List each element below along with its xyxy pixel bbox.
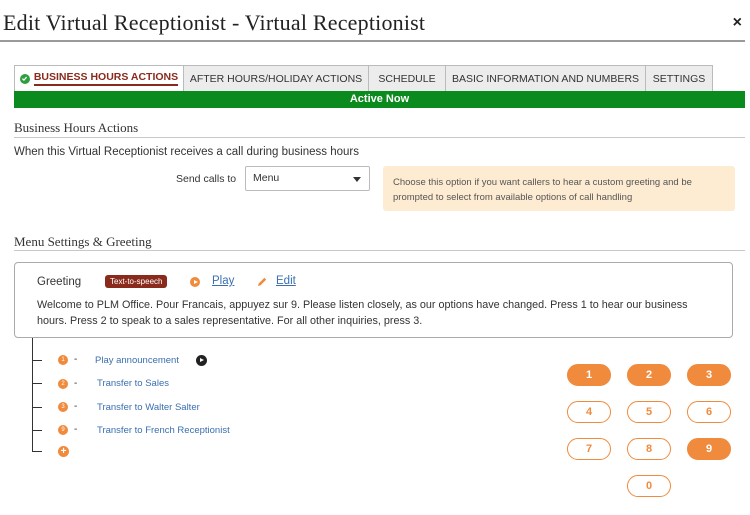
menu-tree-branch — [32, 451, 42, 452]
send-calls-value: Menu — [253, 172, 280, 184]
caret-down-icon — [353, 177, 361, 182]
edit-greeting-link[interactable]: Edit — [276, 275, 296, 287]
tab-after-hours-holiday-actions[interactable]: AFTER HOURS/HOLIDAY ACTIONS — [183, 65, 369, 91]
dialog-title: Edit Virtual Receptionist - Virtual Rece… — [3, 10, 426, 35]
menu-option-link[interactable]: Play announcement — [95, 355, 179, 366]
menu-option-link[interactable]: Transfer to Walter Salter — [97, 402, 200, 413]
business-hours-intro: When this Virtual Receptionist receives … — [14, 146, 359, 158]
menu-dash: - — [74, 424, 78, 435]
send-calls-select[interactable]: Menu — [245, 166, 370, 191]
menu-tree-branch — [32, 383, 42, 384]
keypad-key-6[interactable]: 6 — [687, 401, 731, 423]
menu-key-badge: 3 — [58, 402, 68, 412]
menu-tree-line — [32, 338, 33, 452]
section-divider — [14, 250, 745, 251]
menu-settings-heading: Menu Settings & Greeting — [14, 234, 152, 249]
tab-bar: BUSINESS HOURS ACTIONS AFTER HOURS/HOLID… — [14, 65, 713, 91]
keypad-key-2[interactable]: 2 — [627, 364, 671, 386]
keypad-key-8[interactable]: 8 — [627, 438, 671, 460]
tab-basic-information-and-numbers[interactable]: BASIC INFORMATION AND NUMBERS — [445, 65, 646, 91]
menu-dash: - — [74, 401, 78, 412]
menu-option-link[interactable]: Transfer to French Receptionist — [97, 425, 230, 436]
keypad-key-0[interactable]: 0 — [627, 475, 671, 497]
keypad-key-3[interactable]: 3 — [687, 364, 731, 386]
business-hours-heading: Business Hours Actions — [14, 120, 139, 135]
play-circle-icon[interactable] — [196, 355, 207, 366]
tab-schedule[interactable]: SCHEDULE — [368, 65, 446, 91]
title-divider — [0, 40, 745, 42]
menu-tree-branch — [32, 430, 42, 431]
send-calls-label: Send calls to — [176, 173, 237, 185]
menu-key-badge: 2 — [58, 379, 68, 389]
close-icon[interactable]: × — [733, 14, 742, 32]
play-greeting-link[interactable]: Play — [212, 275, 234, 287]
menu-tree-branch — [32, 360, 42, 361]
menu-key-badge: 9 — [58, 425, 68, 435]
keypad-key-1[interactable]: 1 — [567, 364, 611, 386]
menu-key-badge: 1 — [58, 355, 68, 365]
greeting-panel: Greeting Text-to-speech Play Edit Welcom… — [14, 262, 733, 338]
menu-dash: - — [74, 354, 78, 365]
check-circle-icon — [19, 73, 30, 84]
tab-settings[interactable]: SETTINGS — [645, 65, 713, 91]
pencil-icon[interactable] — [256, 276, 268, 288]
active-status-bar: Active Now — [14, 91, 745, 108]
section-divider — [14, 137, 745, 138]
send-calls-hint: Choose this option if you want callers t… — [383, 166, 735, 211]
greeting-text: Welcome to PLM Office. Pour Francais, ap… — [37, 299, 688, 328]
tab-business-hours-actions[interactable]: BUSINESS HOURS ACTIONS — [14, 65, 184, 91]
add-option-icon[interactable]: + — [58, 446, 69, 457]
keypad-key-9[interactable]: 9 — [687, 438, 731, 460]
greeting-label: Greeting — [37, 276, 82, 288]
keypad-key-4[interactable]: 4 — [567, 401, 611, 423]
keypad-key-5[interactable]: 5 — [627, 401, 671, 423]
tab-label: BUSINESS HOURS ACTIONS — [33, 71, 179, 86]
menu-tree-branch — [32, 407, 42, 408]
menu-dash: - — [74, 378, 78, 389]
play-circle-icon[interactable] — [190, 277, 200, 287]
keypad-key-7[interactable]: 7 — [567, 438, 611, 460]
menu-option-link[interactable]: Transfer to Sales — [97, 378, 169, 389]
greeting-type-badge: Text-to-speech — [105, 275, 168, 288]
